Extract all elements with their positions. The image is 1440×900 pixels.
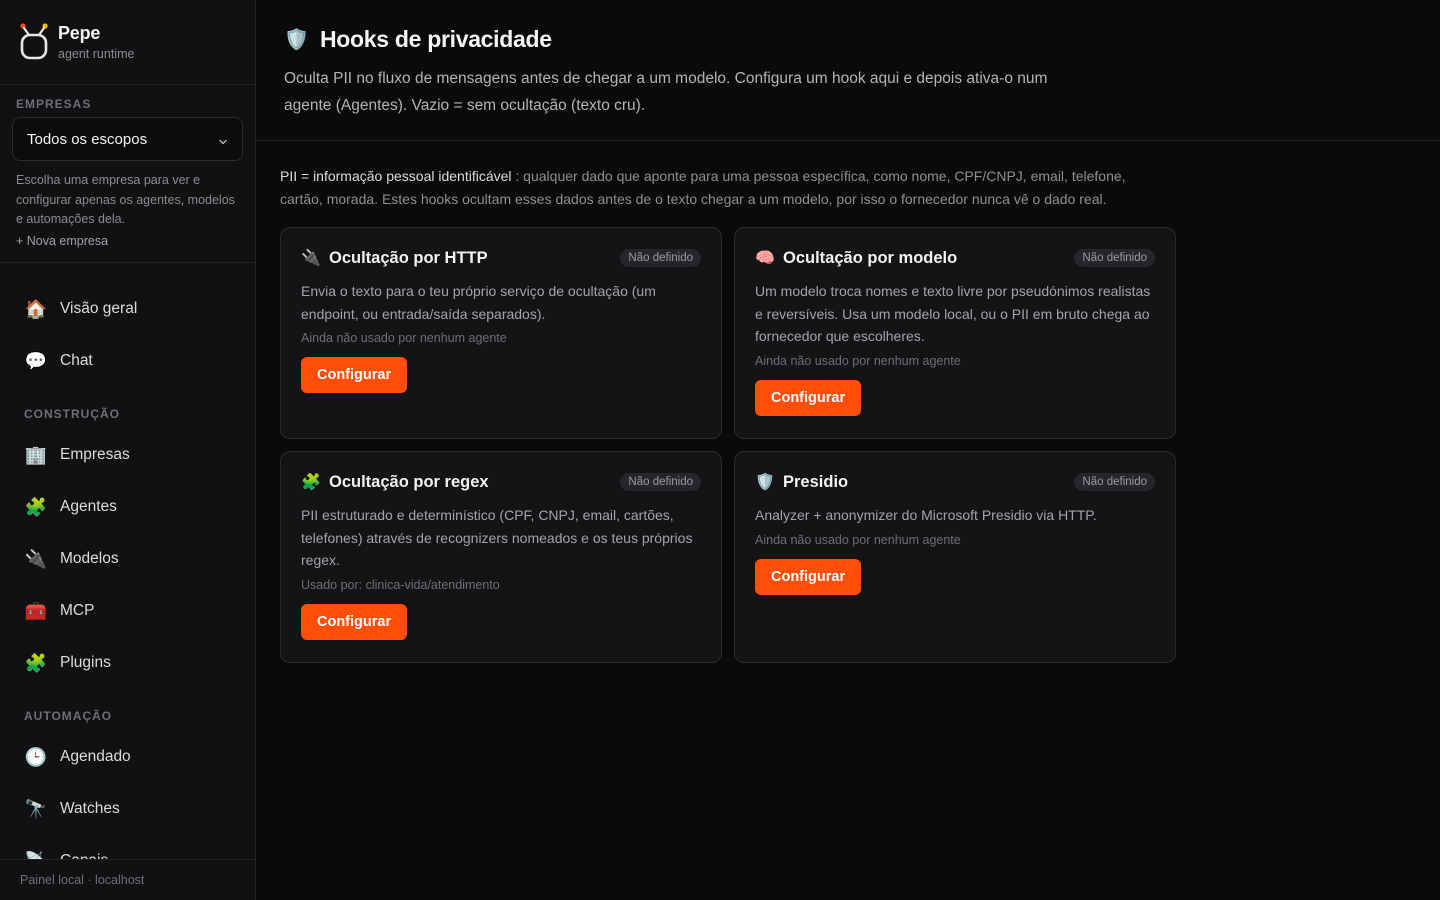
office-building-icon: 🏢: [24, 444, 48, 465]
sidebar-item-agentes[interactable]: 🧩 Agentes: [12, 481, 243, 533]
card-title: Presidio: [783, 472, 849, 491]
sidebar-item-visao-geral[interactable]: 🏠 Visão geral: [12, 283, 243, 335]
org-help-text: Escolha uma empresa para ver e configura…: [16, 173, 235, 226]
hooks-section: PII = informação pessoal identificável :…: [256, 141, 1440, 663]
sidebar-item-label: Visão geral: [60, 299, 138, 317]
pii-intro: PII = informação pessoal identificável :…: [280, 165, 1160, 211]
puzzle-piece-icon: 🧩: [24, 652, 48, 673]
puzzle-piece-icon: 🧩: [24, 496, 48, 517]
hook-cards-grid: 🔌 Ocultação por HTTP Não definido Envia …: [280, 227, 1416, 663]
clock-icon: 🕒: [24, 746, 48, 767]
shield-icon: 🛡️: [284, 29, 309, 51]
puzzle-piece-icon: 🧩: [301, 474, 321, 491]
sidebar-item-label: Plugins: [60, 653, 111, 671]
configure-presidio-button[interactable]: Configurar: [755, 558, 862, 595]
sidebar-item-label: Modelos: [60, 549, 119, 567]
sidebar-item-label: Agentes: [60, 497, 117, 515]
sidebar-item-label: MCP: [60, 601, 95, 619]
brand[interactable]: Pepe agent runtime: [0, 0, 255, 85]
org-select[interactable]: Todos os escopos: [12, 117, 243, 161]
pepe-logo-icon: [18, 22, 52, 62]
plug-icon: 🔌: [24, 548, 48, 569]
card-usage: Ainda não usado por nenhum agente: [755, 353, 961, 368]
hook-card-regex: 🧩 Ocultação por regex Não definido PII e…: [280, 451, 722, 663]
card-usage: Ainda não usado por nenhum agente: [755, 532, 961, 547]
page-description: Oculta PII no fluxo de mensagens antes d…: [284, 70, 1048, 114]
configure-modelo-button[interactable]: Configurar: [755, 379, 862, 416]
plug-icon: 🔌: [301, 250, 321, 267]
sidebar-nav: 🏠 Visão geral 💬 Chat CONSTRUÇÃO 🏢 Empres…: [0, 263, 255, 887]
configure-regex-button[interactable]: Configurar: [301, 603, 408, 640]
hook-card-http: 🔌 Ocultação por HTTP Não definido Envia …: [280, 227, 722, 439]
hook-card-presidio: 🛡️ Presidio Não definido Analyzer + anon…: [734, 451, 1176, 663]
brand-subtitle: agent runtime: [58, 47, 135, 61]
page-title: Hooks de privacidade: [320, 26, 552, 52]
card-usage: Ainda não usado por nenhum agente: [301, 331, 507, 345]
chevron-down-icon: [218, 134, 228, 145]
sidebar-item-label: Chat: [60, 351, 93, 369]
sidebar-item-mcp[interactable]: 🧰 MCP: [12, 585, 243, 637]
card-usage: Usado por: clinica-vida/atendimento: [301, 577, 500, 592]
sidebar-item-label: Empresas: [60, 445, 130, 463]
sidebar-item-label: Agendado: [60, 747, 131, 765]
sidebar: Pepe agent runtime EMPRESAS Todos os esc…: [0, 0, 256, 900]
sidebar-item-watches[interactable]: 🔭 Watches: [12, 783, 243, 835]
sidebar-item-modelos[interactable]: 🔌 Modelos: [12, 533, 243, 585]
page-header: 🛡️ Hooks de privacidade Oculta PII no fl…: [256, 0, 1440, 141]
nav-section-automacao: AUTOMAÇÃO: [24, 708, 113, 723]
org-selector-section: EMPRESAS Todos os escopos Escolha uma em…: [0, 85, 255, 263]
sidebar-item-chat[interactable]: 💬 Chat: [12, 335, 243, 387]
sidebar-item-label: Watches: [60, 799, 120, 817]
configure-http-button[interactable]: Configurar: [301, 357, 408, 393]
nav-section-construcao: CONSTRUÇÃO: [24, 406, 120, 421]
sidebar-item-plugins[interactable]: 🧩 Plugins: [12, 637, 243, 689]
org-section-label: EMPRESAS: [16, 97, 92, 111]
brand-name: Pepe: [58, 23, 101, 43]
status-badge: Não definido: [1074, 249, 1155, 267]
toolbox-icon: 🧰: [24, 600, 48, 621]
card-description: Envia o texto para o teu próprio serviço…: [301, 283, 656, 322]
card-description: PII estruturado e determinístico (CPF, C…: [301, 507, 693, 568]
pii-definition-term: PII = informação pessoal identificável: [280, 168, 512, 184]
sidebar-item-empresas[interactable]: 🏢 Empresas: [12, 429, 243, 481]
card-title: Ocultação por HTTP: [329, 248, 488, 267]
status-badge: Não definido: [620, 473, 701, 491]
status-badge: Não definido: [620, 249, 701, 267]
shield-icon: 🛡️: [755, 474, 775, 491]
speech-bubble-icon: 💬: [24, 350, 48, 371]
telescope-icon: 🔭: [24, 798, 48, 819]
brain-icon: 🧠: [755, 250, 775, 267]
status-badge: Não definido: [1074, 473, 1155, 491]
card-description: Analyzer + anonymizer do Microsoft Presi…: [755, 507, 1097, 523]
card-description: Um modelo troca nomes e texto livre por …: [755, 283, 1151, 344]
org-select-value: Todos os escopos: [27, 130, 148, 148]
card-title: Ocultação por regex: [329, 472, 489, 491]
main-content: 🛡️ Hooks de privacidade Oculta PII no fl…: [256, 0, 1440, 900]
new-org-link[interactable]: + Nova empresa: [12, 234, 243, 248]
sidebar-footer: Painel local · localhost: [0, 859, 255, 900]
house-icon: 🏠: [24, 298, 48, 319]
sidebar-item-agendado[interactable]: 🕒 Agendado: [12, 731, 243, 783]
card-title: Ocultação por modelo: [783, 248, 958, 267]
hook-card-modelo: 🧠 Ocultação por modelo Não definido Um m…: [734, 227, 1176, 439]
